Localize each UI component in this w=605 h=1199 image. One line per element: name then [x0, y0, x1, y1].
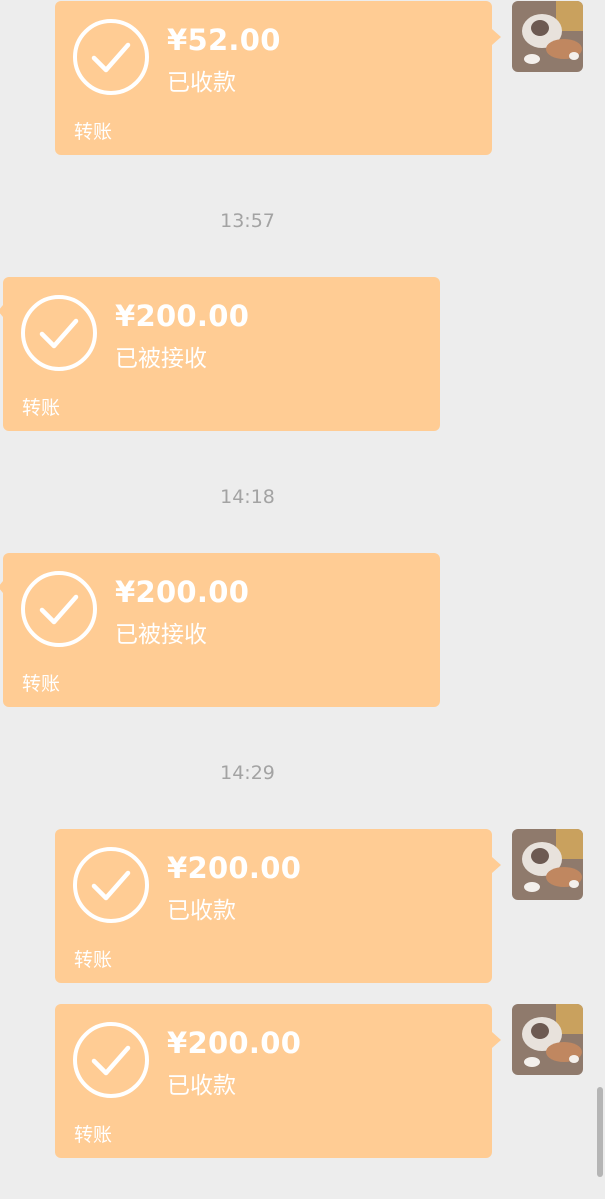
transfer-amount: ¥200.00 — [167, 1026, 302, 1060]
message-timestamp: 13:57 — [220, 210, 275, 232]
transfer-label: 转账 — [74, 949, 113, 971]
cat-photo-avatar — [512, 1, 583, 72]
transfer-status: 已被接收 — [115, 346, 207, 372]
avatar[interactable] — [512, 1004, 583, 1075]
check-circle-icon — [73, 19, 149, 95]
transfer-amount: ¥52.00 — [167, 23, 281, 57]
message-timestamp: 14:18 — [220, 486, 275, 508]
transfer-status: 已收款 — [167, 898, 236, 924]
avatar[interactable] — [512, 829, 583, 900]
scrollbar-thumb[interactable] — [597, 1087, 603, 1177]
transfer-bubble[interactable]: ¥52.00 已收款 转账 — [55, 1, 501, 155]
cat-photo-avatar — [512, 829, 583, 900]
avatar[interactable] — [512, 1, 583, 72]
transfer-bubble[interactable]: ¥200.00 已被接收 转账 — [0, 553, 440, 707]
check-circle-icon — [73, 847, 149, 923]
transfer-status: 已被接收 — [115, 622, 207, 648]
transfer-bubble[interactable]: ¥200.00 已收款 转账 — [55, 1004, 501, 1158]
transfer-label: 转账 — [74, 121, 113, 143]
transfer-label: 转账 — [74, 1124, 113, 1146]
transfer-label: 转账 — [22, 673, 61, 695]
transfer-status: 已收款 — [167, 1073, 236, 1099]
check-circle-icon — [73, 1022, 149, 1098]
chat-message-list[interactable]: ¥52.00 已收款 转账 13:57 ¥200.00 已被接收 转账 14:1… — [0, 0, 605, 1199]
transfer-status: 已收款 — [167, 70, 236, 96]
cat-photo-avatar — [512, 1004, 583, 1075]
message-timestamp: 14:29 — [220, 762, 275, 784]
transfer-bubble[interactable]: ¥200.00 已被接收 转账 — [0, 277, 440, 431]
transfer-amount: ¥200.00 — [167, 851, 302, 885]
check-circle-icon — [21, 571, 97, 647]
check-circle-icon — [21, 295, 97, 371]
transfer-amount: ¥200.00 — [115, 575, 250, 609]
transfer-label: 转账 — [22, 397, 61, 419]
transfer-amount: ¥200.00 — [115, 299, 250, 333]
transfer-bubble[interactable]: ¥200.00 已收款 转账 — [55, 829, 501, 983]
